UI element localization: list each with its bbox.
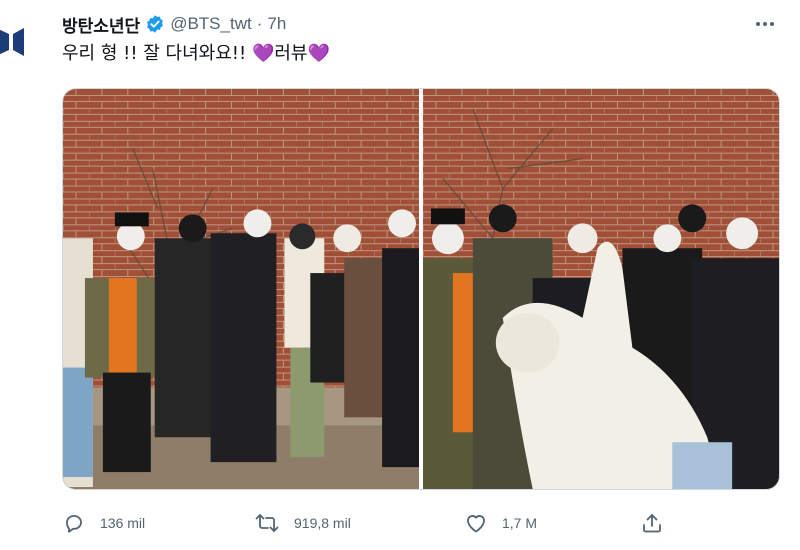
retweet-button[interactable]: 919,8 mil — [254, 506, 351, 540]
retweet-count: 919,8 mil — [294, 515, 351, 531]
more-dot — [756, 22, 760, 26]
like-button[interactable]: 1,7 M — [464, 506, 537, 540]
avatar[interactable] — [0, 20, 24, 64]
separator-dot: · — [256, 14, 263, 33]
like-icon — [467, 515, 485, 533]
more-dot — [763, 22, 767, 26]
photo-2[interactable] — [423, 89, 779, 489]
user-handle[interactable]: @BTS_twt — [170, 14, 252, 34]
bts-logo-icon — [0, 28, 24, 56]
verified-badge-icon — [147, 15, 164, 33]
tweet-text-main: 우리 형 !! 잘 다녀와요!! — [62, 43, 252, 64]
share-button[interactable] — [640, 506, 664, 540]
photo-1[interactable] — [63, 89, 419, 489]
tweet-text: 우리 형 !! 잘 다녀와요!! 💜러뷰💜 — [62, 41, 330, 67]
retweet-icon — [255, 514, 279, 532]
purple-heart-emoji: 💜 — [307, 43, 330, 64]
like-count: 1,7 M — [502, 515, 538, 531]
action-bar: 136 mil 919,8 mil 1,7 M — [62, 506, 662, 540]
display-name[interactable]: 방탄소년단 — [62, 12, 140, 37]
tweet-header: 방탄소년단 @BTS_twt · 7h — [62, 12, 286, 37]
media-grid — [62, 88, 780, 490]
timestamp[interactable]: 7h — [267, 14, 286, 34]
more-dot — [770, 22, 774, 26]
reply-count: 136 mil — [100, 515, 146, 531]
share-icon — [643, 514, 661, 533]
purple-heart-emoji: 💜 — [251, 43, 275, 64]
more-options-icon[interactable] — [752, 14, 778, 34]
reply-icon — [66, 515, 82, 533]
reply-button[interactable]: 136 mil — [62, 506, 145, 540]
tweet-text-sign: 러뷰 — [274, 43, 308, 64]
